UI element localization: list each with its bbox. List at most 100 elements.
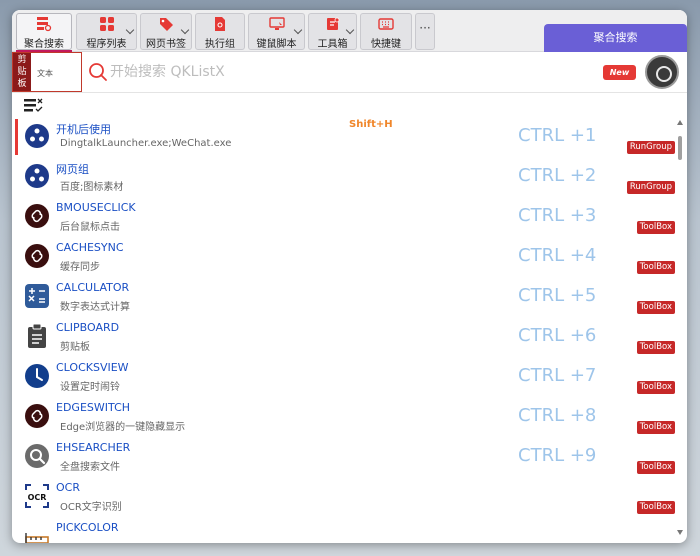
keyboard-icon bbox=[378, 16, 394, 32]
item-subtitle: 数字表达式计算 bbox=[60, 302, 130, 313]
file-icon bbox=[212, 16, 228, 32]
list-item[interactable]: CLOCKSVIEW 设置定时闹铃 CTRL +7 ToolBox bbox=[12, 356, 675, 396]
tab-key-mouse-script[interactable]: 键鼠脚本 bbox=[248, 13, 305, 50]
item-shortcut: CTRL +4 bbox=[518, 245, 597, 266]
ocr-icon: OCR bbox=[24, 483, 50, 509]
list-item[interactable]: EHSEARCHER 全盘搜索文件 CTRL +9 ToolBox bbox=[12, 436, 675, 476]
item-tag: RunGroup bbox=[626, 181, 675, 194]
tab-label: 键鼠脚本 bbox=[256, 39, 297, 50]
list-item[interactable]: EDGESWITCH Edge浏览器的一键隐藏显示 CTRL +8 ToolBo… bbox=[12, 396, 675, 436]
item-shortcut: CTRL +5 bbox=[518, 285, 597, 306]
scroll-up-icon[interactable] bbox=[677, 120, 683, 125]
avatar[interactable] bbox=[645, 55, 679, 89]
item-tag: ToolBox bbox=[636, 301, 675, 314]
scroll-down-icon[interactable] bbox=[677, 530, 683, 535]
item-title: CACHESYNC bbox=[56, 241, 124, 254]
link-icon bbox=[24, 203, 50, 229]
item-title: CALCULATOR bbox=[56, 281, 130, 294]
item-title: CLIPBOARD bbox=[56, 321, 120, 334]
chevron-down-icon[interactable] bbox=[180, 25, 190, 35]
tab-exec-group[interactable]: 执行组 bbox=[195, 13, 245, 50]
tab-label: 程序列表 bbox=[86, 39, 127, 50]
item-title: OCR bbox=[56, 481, 80, 494]
item-subtitle: OCR文字识别 bbox=[60, 502, 122, 513]
item-tag: ToolBox bbox=[636, 381, 675, 394]
more-button[interactable]: ··· bbox=[415, 13, 435, 50]
tab-toolbox[interactable]: 工具箱 bbox=[308, 13, 357, 50]
item-tag: ToolBox bbox=[636, 261, 675, 274]
chevron-down-icon[interactable] bbox=[293, 25, 303, 35]
ruler-icon bbox=[24, 523, 50, 543]
scrollbar-thumb[interactable] bbox=[678, 136, 682, 160]
app-window: 聚合搜索 程序列表 网页书签 执行组 键鼠脚本 工具箱 快捷键 ··· 聚合搜索… bbox=[12, 10, 687, 543]
item-subtitle: Edge浏览器的一键隐藏显示 bbox=[60, 422, 186, 433]
list-item[interactable]: OCR OCR OCR文字识别 ToolBox bbox=[12, 476, 675, 516]
link-icon bbox=[24, 403, 50, 429]
chevron-down-icon[interactable] bbox=[125, 25, 135, 35]
search-input[interactable] bbox=[110, 58, 490, 86]
clock-icon bbox=[24, 363, 50, 389]
clipboard-text: 文本 bbox=[37, 69, 53, 78]
item-shortcut: CTRL +2 bbox=[518, 165, 597, 186]
clipboard-panel[interactable]: 剪 贴 板 文本 bbox=[12, 52, 82, 92]
tab-hotkeys[interactable]: 快捷键 bbox=[360, 13, 412, 50]
tab-web-bookmarks[interactable]: 网页书签 bbox=[140, 13, 192, 50]
clipboard-label-char: 剪 bbox=[17, 55, 27, 65]
list-item[interactable]: 网页组 百度;图标素材 CTRL +2 RunGroup bbox=[12, 156, 675, 196]
tab-label: 聚合搜索 bbox=[24, 39, 64, 50]
item-shortcut: CTRL +7 bbox=[518, 365, 597, 386]
scrollbar[interactable] bbox=[676, 116, 685, 543]
item-shortcut: CTRL +3 bbox=[518, 205, 597, 226]
grid-icon bbox=[99, 16, 115, 32]
item-tag: RunGroup bbox=[626, 141, 675, 154]
clipboard-icon bbox=[24, 323, 50, 349]
tab-label: 执行组 bbox=[205, 39, 235, 50]
list-item[interactable]: PICKCOLOR bbox=[12, 516, 675, 543]
selection-indicator bbox=[15, 119, 18, 155]
item-shortcut: CTRL +6 bbox=[518, 325, 597, 346]
item-title: EHSEARCHER bbox=[56, 441, 131, 454]
tab-program-list[interactable]: 程序列表 bbox=[76, 13, 137, 50]
item-tag: ToolBox bbox=[636, 221, 675, 234]
item-subtitle: 全盘搜索文件 bbox=[60, 462, 120, 473]
item-tag: ToolBox bbox=[636, 421, 675, 434]
item-tag: ToolBox bbox=[636, 501, 675, 514]
list-item[interactable]: 开机后使用 DingtalkLauncher.exe;WeChat.exe Sh… bbox=[12, 116, 675, 156]
item-tag: ToolBox bbox=[636, 341, 675, 354]
item-subtitle: 设置定时闹铃 bbox=[60, 382, 120, 393]
item-title: 开机后使用 bbox=[56, 123, 111, 136]
item-shortcut: CTRL +9 bbox=[518, 445, 597, 466]
monitor-icon bbox=[268, 16, 285, 32]
rungroup-icon bbox=[24, 123, 50, 149]
tab-aggregate-search[interactable]: 聚合搜索 bbox=[16, 13, 72, 50]
item-subtitle: 百度;图标素材 bbox=[60, 182, 124, 193]
clipboard-label-char: 贴 bbox=[17, 67, 27, 77]
magnifier-icon bbox=[24, 443, 50, 469]
list-view-toggle-icon[interactable] bbox=[23, 97, 43, 113]
list-item[interactable]: BMOUSECLICK 后台鼠标点击 CTRL +3 ToolBox bbox=[12, 196, 675, 236]
toolbar: 聚合搜索 程序列表 网页书签 执行组 键鼠脚本 工具箱 快捷键 ··· 聚合搜索 bbox=[12, 10, 687, 52]
chevron-down-icon[interactable] bbox=[345, 25, 355, 35]
clipboard-label-char: 板 bbox=[17, 79, 27, 89]
link-icon bbox=[24, 243, 50, 269]
item-title: BMOUSECLICK bbox=[56, 201, 136, 214]
aggregate-search-panel-tab[interactable]: 聚合搜索 bbox=[544, 24, 687, 52]
search-icon bbox=[88, 62, 108, 82]
tab-label: 网页书签 bbox=[146, 39, 186, 50]
item-shortcut: CTRL +1 bbox=[518, 125, 597, 146]
list-item[interactable]: CACHESYNC 缓存同步 CTRL +4 ToolBox bbox=[12, 236, 675, 276]
list-item[interactable]: CLIPBOARD 剪贴板 CTRL +6 ToolBox bbox=[12, 316, 675, 356]
item-title: 网页组 bbox=[56, 163, 89, 176]
item-subtitle: 后台鼠标点击 bbox=[60, 222, 120, 233]
new-badge[interactable]: New bbox=[603, 65, 636, 80]
tab-label: 工具箱 bbox=[317, 39, 348, 50]
item-shortcut: CTRL +8 bbox=[518, 405, 597, 426]
rungroup-icon bbox=[24, 163, 50, 189]
aggregate-search-icon bbox=[36, 16, 52, 32]
item-title: EDGESWITCH bbox=[56, 401, 131, 414]
result-list: 开机后使用 DingtalkLauncher.exe;WeChat.exe Sh… bbox=[12, 116, 675, 543]
clipboard-label: 剪 贴 板 bbox=[13, 53, 31, 91]
item-subtitle: 剪贴板 bbox=[60, 342, 90, 353]
item-subtitle: 缓存同步 bbox=[60, 262, 100, 273]
list-item[interactable]: CALCULATOR 数字表达式计算 CTRL +5 ToolBox bbox=[12, 276, 675, 316]
